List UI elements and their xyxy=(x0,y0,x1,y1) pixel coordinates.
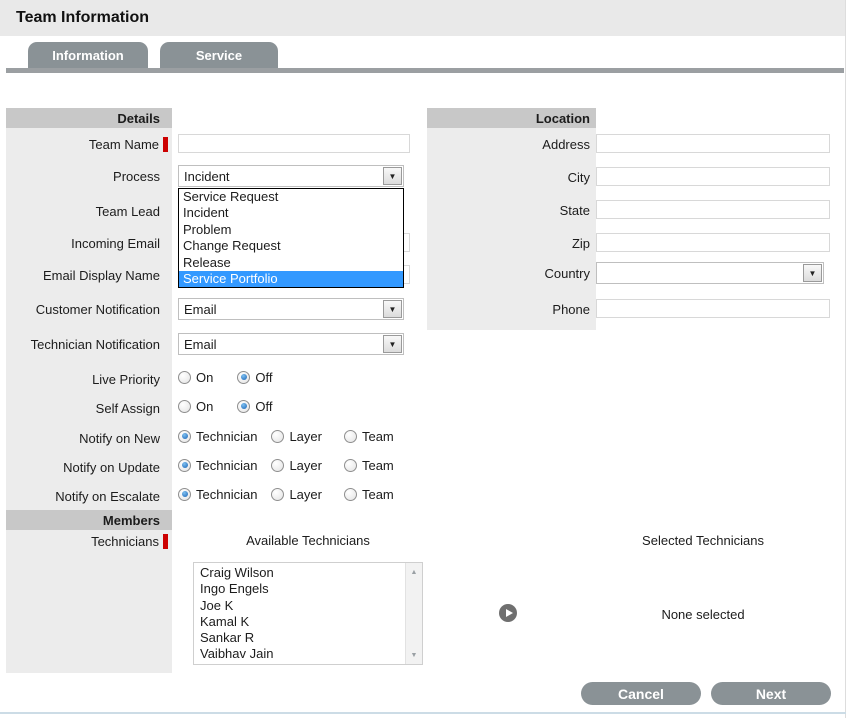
notify-on-update-layer-radio[interactable] xyxy=(271,459,284,472)
zip-label: Zip xyxy=(427,233,596,253)
customer-notification-select[interactable]: Email ▼ xyxy=(178,298,404,320)
dropdown-arrow-icon[interactable]: ▼ xyxy=(383,167,402,185)
content-right-border xyxy=(845,0,846,718)
tab-service-label: Service xyxy=(196,48,242,63)
notify-on-new-radio-group: Technician Layer Team xyxy=(178,428,394,444)
add-technician-button[interactable] xyxy=(499,604,517,622)
notify-on-update-team-radio[interactable] xyxy=(344,459,357,472)
technician-list-item[interactable]: Craig Wilson xyxy=(200,565,405,581)
scroll-up-icon[interactable]: ▲ xyxy=(406,565,422,579)
address-label: Address xyxy=(427,134,596,154)
notify-on-escalate-team-radio[interactable] xyxy=(344,488,357,501)
selected-technicians-empty-text: None selected xyxy=(583,607,823,622)
technician-notification-label: Technician Notification xyxy=(6,334,172,354)
technician-notification-select[interactable]: Email ▼ xyxy=(178,333,404,355)
required-icon xyxy=(163,137,168,152)
process-select[interactable]: Incident ▼ xyxy=(178,165,404,187)
location-section-header: Location xyxy=(427,108,596,128)
live-priority-off-radio[interactable] xyxy=(237,371,250,384)
process-option-highlighted[interactable]: Service Portfolio xyxy=(179,271,403,287)
tab-underline-bar xyxy=(6,68,844,73)
dropdown-arrow-icon[interactable]: ▼ xyxy=(383,300,402,318)
live-priority-label: Live Priority xyxy=(6,369,172,389)
available-technicians-listbox[interactable]: Craig Wilson Ingo Engels Joe K Kamal K S… xyxy=(193,562,423,665)
details-section-header: Details xyxy=(6,108,172,128)
technician-list-item[interactable]: Ingo Engels xyxy=(200,581,405,597)
notify-on-escalate-technician-radio[interactable] xyxy=(178,488,191,501)
notify-on-escalate-label: Notify on Escalate xyxy=(6,486,172,506)
process-dropdown-list: Service Request Incident Problem Change … xyxy=(178,188,404,288)
dropdown-arrow-icon[interactable]: ▼ xyxy=(803,264,822,282)
self-assign-on-radio[interactable] xyxy=(178,400,191,413)
team-lead-label: Team Lead xyxy=(6,201,172,221)
city-label: City xyxy=(427,167,596,187)
selected-technicians-title: Selected Technicians xyxy=(583,533,823,548)
technician-list-item[interactable]: Kamal K xyxy=(200,614,405,630)
address-input[interactable] xyxy=(596,134,830,153)
process-option[interactable]: Change Request xyxy=(179,238,403,254)
phone-input[interactable] xyxy=(596,299,830,318)
page-title: Team Information xyxy=(16,9,149,27)
notify-on-new-layer-radio[interactable] xyxy=(271,430,284,443)
self-assign-label: Self Assign xyxy=(6,398,172,418)
technician-list-item[interactable]: Joe K xyxy=(200,598,405,614)
notify-on-update-radio-group: Technician Layer Team xyxy=(178,457,394,473)
team-name-label: Team Name xyxy=(6,134,172,154)
notify-on-escalate-radio-group: Technician Layer Team xyxy=(178,486,394,502)
dropdown-arrow-icon[interactable]: ▼ xyxy=(383,335,402,353)
next-button[interactable]: Next xyxy=(711,682,831,705)
process-option[interactable]: Problem xyxy=(179,222,403,238)
city-input[interactable] xyxy=(596,167,830,186)
technicians-label: Technicians xyxy=(6,531,172,551)
process-option[interactable]: Service Request xyxy=(179,189,403,205)
notify-on-new-technician-radio[interactable] xyxy=(178,430,191,443)
tab-service[interactable]: Service xyxy=(160,42,278,69)
zip-input[interactable] xyxy=(596,233,830,252)
process-label: Process xyxy=(6,166,172,186)
window-titlebar: Team Information xyxy=(0,0,845,36)
tab-information[interactable]: Information xyxy=(28,42,148,69)
phone-label: Phone xyxy=(427,299,596,319)
technician-list-item[interactable]: Sankar R xyxy=(200,630,405,646)
available-technicians-title: Available Technicians xyxy=(193,533,423,548)
country-select[interactable]: ▼ xyxy=(596,262,824,284)
state-input[interactable] xyxy=(596,200,830,219)
country-label: Country xyxy=(427,263,596,283)
scroll-down-icon[interactable]: ▼ xyxy=(406,648,422,662)
right-arrow-icon xyxy=(506,609,513,617)
tab-information-label: Information xyxy=(52,48,124,63)
content-bottom-border xyxy=(0,712,846,714)
incoming-email-label: Incoming Email xyxy=(6,233,172,253)
required-icon xyxy=(163,534,168,549)
notify-on-update-label: Notify on Update xyxy=(6,457,172,477)
state-label: State xyxy=(427,200,596,220)
listbox-scrollbar[interactable]: ▲ ▼ xyxy=(405,563,422,664)
team-information-window: Team Information Information Service Det… xyxy=(0,0,848,718)
notify-on-new-label: Notify on New xyxy=(6,428,172,448)
members-section-header: Members xyxy=(6,510,172,530)
self-assign-radio-group: On Off xyxy=(178,398,272,414)
technician-list-item[interactable]: Vaibhav Jain xyxy=(200,646,405,662)
notify-on-new-team-radio[interactable] xyxy=(344,430,357,443)
notify-on-escalate-layer-radio[interactable] xyxy=(271,488,284,501)
customer-notification-label: Customer Notification xyxy=(6,299,172,319)
live-priority-radio-group: On Off xyxy=(178,369,272,385)
notify-on-update-technician-radio[interactable] xyxy=(178,459,191,472)
live-priority-on-radio[interactable] xyxy=(178,371,191,384)
team-name-input[interactable] xyxy=(178,134,410,153)
email-display-name-label: Email Display Name xyxy=(6,265,172,285)
self-assign-off-radio[interactable] xyxy=(237,400,250,413)
members-label-column xyxy=(6,530,172,673)
cancel-button[interactable]: Cancel xyxy=(581,682,701,705)
process-option[interactable]: Incident xyxy=(179,205,403,221)
process-option[interactable]: Release xyxy=(179,255,403,271)
